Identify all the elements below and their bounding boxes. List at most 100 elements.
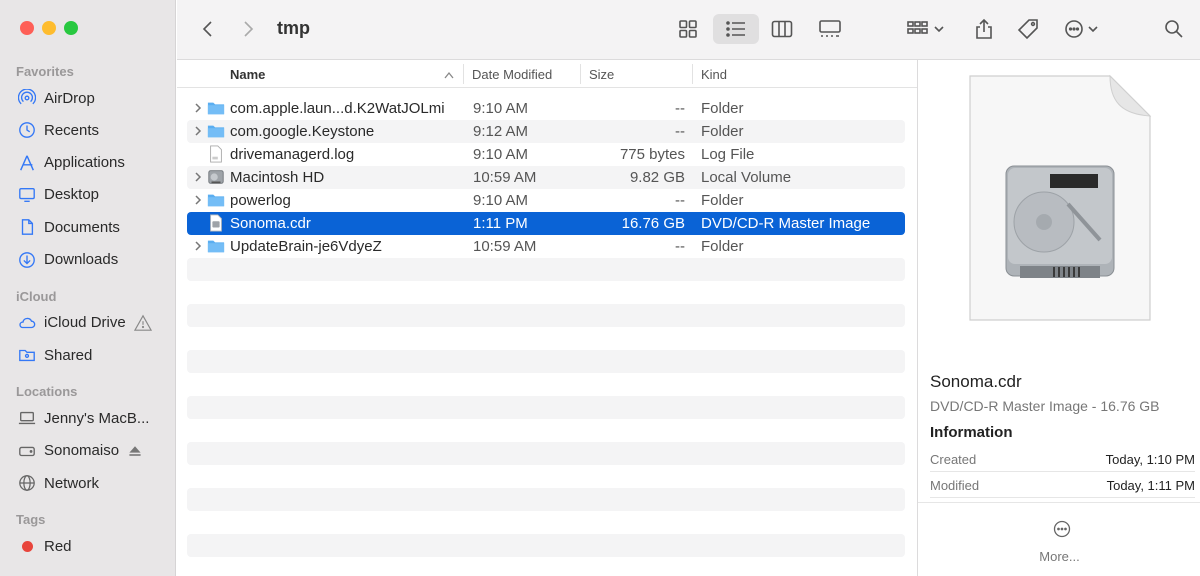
column-header-date[interactable]: Date Modified <box>472 67 552 82</box>
empty-row <box>187 304 905 327</box>
empty-row <box>187 327 905 350</box>
file-date-modified: 10:59 AM <box>473 238 537 255</box>
sidebar-item-label: Desktop <box>44 186 100 204</box>
ellipsis-circle-icon[interactable] <box>1052 519 1072 539</box>
icon-view-button[interactable] <box>673 14 703 44</box>
column-header-kind[interactable]: Kind <box>701 67 727 82</box>
file-date-modified: 10:59 AM <box>473 169 537 186</box>
file-size: 775 bytes <box>619 146 685 163</box>
disclosure-chevron-icon[interactable] <box>191 239 205 253</box>
eject-icon[interactable] <box>127 443 143 459</box>
sidebar-section-favorites: Favorites <box>16 64 74 79</box>
disclosure-chevron-icon[interactable] <box>191 193 205 207</box>
file-size: -- <box>675 123 685 140</box>
disclosure-chevron-icon[interactable] <box>191 124 205 138</box>
tag-icon <box>1017 19 1038 40</box>
action-menu-button[interactable] <box>1061 14 1107 44</box>
file-row[interactable]: com.google.Keystone 9:12 AM -- Folder <box>187 120 905 143</box>
sidebar-item-jenny-s-macb[interactable]: Jenny's MacB... <box>16 405 166 431</box>
file-date-modified: 9:10 AM <box>473 100 529 117</box>
sidebar-item-network[interactable]: Network <box>16 470 166 496</box>
disclosure-chevron-icon[interactable] <box>191 101 205 115</box>
folder-title: tmp <box>277 18 310 38</box>
sidebar-item-icloud-drive[interactable]: iCloud Drive <box>16 310 166 336</box>
empty-row <box>187 281 905 304</box>
zoom-window-button[interactable] <box>64 21 78 35</box>
file-size: 9.82 GB <box>629 169 685 186</box>
group-by-button[interactable] <box>904 14 948 44</box>
sidebar-item-red[interactable]: Red <box>16 533 166 559</box>
gallery-view-button[interactable] <box>815 14 845 44</box>
log-file-icon <box>207 145 225 163</box>
file-kind: Folder <box>701 123 744 140</box>
empty-row <box>187 350 905 373</box>
search-icon <box>1165 20 1183 38</box>
column-divider[interactable] <box>463 64 464 84</box>
info-key: Created <box>930 452 977 467</box>
sidebar-item-recents[interactable]: Recents <box>16 117 166 143</box>
empty-row <box>187 557 905 576</box>
info-key: Modified <box>930 478 980 493</box>
file-row[interactable]: com.apple.laun...d.K2WatJOLmi 9:10 AM -- Fo… <box>187 97 905 120</box>
more-button[interactable]: More... <box>918 549 1200 564</box>
file-row[interactable]: Macintosh HD 10:59 AM 9.82 GB Local Volume <box>187 166 905 189</box>
file-date-modified: 1:11 PM <box>473 215 528 232</box>
folder-icon <box>207 122 225 140</box>
file-row[interactable]: powerlog 9:10 AM -- Folder <box>187 189 905 212</box>
sidebar-item-shared[interactable]: Shared <box>16 342 166 368</box>
info-value: Today, 1:10 PM <box>1105 452 1195 467</box>
sidebar-item-label: Shared <box>44 346 93 364</box>
forward-button[interactable] <box>235 14 261 44</box>
desktop-icon <box>16 184 38 206</box>
chevron-left-icon <box>202 21 212 37</box>
empty-row <box>187 258 905 281</box>
column-header-name[interactable]: Name <box>230 67 265 82</box>
file-row[interactable]: Sonoma.cdr 1:11 PM 16.76 GB DVD/CD-R Master… <box>187 212 905 235</box>
folder-icon <box>207 237 225 255</box>
sidebar-item-label: Applications <box>44 154 125 172</box>
cloud-icon <box>16 312 38 334</box>
back-button[interactable] <box>195 14 221 44</box>
file-name: powerlog <box>230 192 291 209</box>
sidebar-item-applications[interactable]: Applications <box>16 150 166 176</box>
sort-ascending-icon <box>444 71 454 79</box>
file-name: UpdateBrain-je6VdyeZ <box>230 238 382 255</box>
file-row[interactable]: UpdateBrain-je6VdyeZ 10:59 AM -- Folder <box>187 235 905 258</box>
sidebar-item-label: Sonomaiso <box>44 442 120 460</box>
sidebar-item-airdrop[interactable]: AirDrop <box>16 85 166 111</box>
file-kind: Folder <box>701 100 744 117</box>
column-header-size[interactable]: Size <box>589 67 614 82</box>
sidebar-section-icloud: iCloud <box>16 288 57 304</box>
sidebar-item-desktop[interactable]: Desktop <box>16 182 166 208</box>
sidebar-item-sonomaiso[interactable]: Sonomaiso <box>16 438 166 464</box>
column-divider[interactable] <box>692 64 693 84</box>
close-window-button[interactable] <box>20 21 34 35</box>
preview-info-row: Modified Today, 1:11 PM <box>930 472 1195 498</box>
preview-pane: Sonoma.cdr DVD/CD-R Master Image - 16.76… <box>917 60 1200 576</box>
sidebar-item-documents[interactable]: Documents <box>16 214 166 240</box>
laptop-icon <box>16 407 38 429</box>
minimize-window-button[interactable] <box>42 21 56 35</box>
search-button[interactable] <box>1159 14 1189 44</box>
file-row[interactable]: drivemanagerd.log 9:10 AM 775 bytes Log Fil… <box>187 143 905 166</box>
column-view-button[interactable] <box>767 14 797 44</box>
warning-icon <box>133 314 152 332</box>
red-tag-dot <box>16 535 38 557</box>
disk-image-icon <box>207 214 225 232</box>
share-button[interactable] <box>969 14 999 44</box>
disclosure-chevron-icon[interactable] <box>191 170 205 184</box>
chevron-right-icon <box>244 21 254 37</box>
sidebar-section-tags: Tags <box>16 512 46 528</box>
sidebar-item-label: Recents <box>44 121 100 139</box>
file-date-modified: 9:12 AM <box>473 123 529 140</box>
sidebar-item-label: Documents <box>44 218 120 236</box>
column-divider[interactable] <box>580 64 581 84</box>
file-name: drivemanagerd.log <box>230 146 355 163</box>
preview-info-row: Created Today, 1:10 PM <box>930 446 1195 472</box>
empty-row <box>187 465 905 488</box>
sidebar-item-label: Jenny's MacB... <box>44 409 150 427</box>
list-view-button[interactable] <box>713 14 759 44</box>
tag-button[interactable] <box>1013 14 1043 44</box>
file-kind: Local Volume <box>701 169 792 186</box>
sidebar-item-downloads[interactable]: Downloads <box>16 247 166 273</box>
